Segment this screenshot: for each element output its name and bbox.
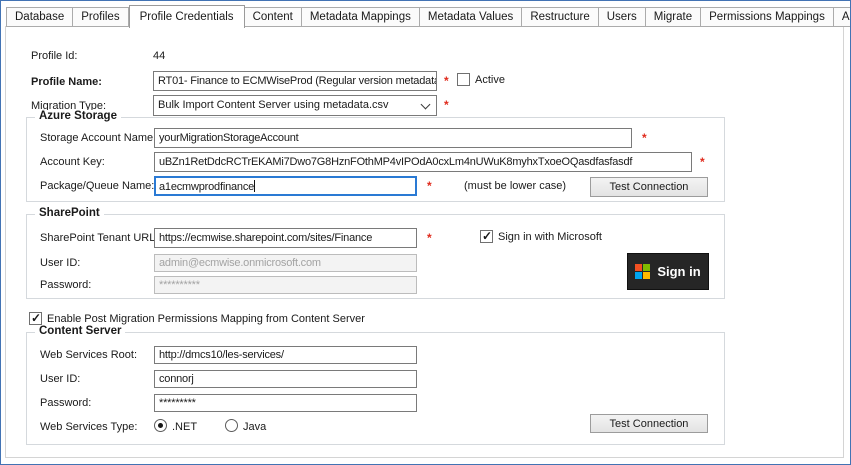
account-key-label: Account Key: xyxy=(40,156,105,168)
active-checkbox[interactable] xyxy=(457,73,470,86)
azure-test-connection-button[interactable]: Test Connection xyxy=(590,177,708,197)
sp-user-id-label: User ID: xyxy=(40,257,80,269)
cs-password-input[interactable]: ********* xyxy=(154,394,417,412)
enable-post-migration-label: Enable Post Migration Permissions Mappin… xyxy=(47,313,365,325)
profile-name-required-marker: * xyxy=(444,74,449,88)
tab-database[interactable]: Database xyxy=(6,7,73,27)
tenant-url-input[interactable]: https://ecmwise.sharepoint.com/sites/Fin… xyxy=(154,228,417,248)
lower-case-note: (must be lower case) xyxy=(464,180,566,192)
ws-type-java-label: Java xyxy=(243,421,266,433)
tenant-url-label: SharePoint Tenant URL: xyxy=(40,232,158,244)
azure-storage-group: Azure Storage Storage Account Name: your… xyxy=(26,117,725,202)
sign-in-with-microsoft-checkbox[interactable] xyxy=(480,230,493,243)
text-caret xyxy=(254,180,255,192)
tab-about[interactable]: About xyxy=(834,7,851,27)
tab-metadata-mappings[interactable]: Metadata Mappings xyxy=(302,7,420,27)
tab-migrate[interactable]: Migrate xyxy=(646,7,701,27)
sharepoint-group-title: SharePoint xyxy=(35,207,104,219)
ws-type-radio-java[interactable] xyxy=(225,419,238,432)
azure-storage-group-title: Azure Storage xyxy=(35,110,121,122)
migration-type-select[interactable]: Bulk Import Content Server using metadat… xyxy=(153,95,437,116)
tab-users[interactable]: Users xyxy=(599,7,646,27)
ws-root-input[interactable]: http://dmcs10/les-services/ xyxy=(154,346,417,364)
tab-profile-credentials[interactable]: Profile Credentials xyxy=(129,5,245,28)
tab-profiles[interactable]: Profiles xyxy=(73,7,128,27)
ws-root-label: Web Services Root: xyxy=(40,349,137,361)
account-key-input[interactable]: uBZn1RetDdcRCTrEKAMi7Dwo7G8HznFOthMP4vIP… xyxy=(154,152,692,172)
enable-post-migration-checkbox[interactable] xyxy=(29,312,42,325)
sp-password-label: Password: xyxy=(40,279,91,291)
cs-user-id-label: User ID: xyxy=(40,373,80,385)
account-key-required-marker: * xyxy=(700,155,705,169)
profile-id-label: Profile Id: xyxy=(31,50,77,62)
cs-password-label: Password: xyxy=(40,397,91,409)
ws-type-net-label: .NET xyxy=(172,421,197,433)
cs-user-id-input[interactable]: connorj xyxy=(154,370,417,388)
app-window: DatabaseProfilesProfile CredentialsConte… xyxy=(0,0,851,465)
tenant-url-required-marker: * xyxy=(427,231,432,245)
storage-account-name-label: Storage Account Name: xyxy=(40,132,156,144)
profile-name-input[interactable]: RT01- Finance to ECMWiseProd (Regular ve… xyxy=(153,71,437,91)
chevron-down-icon xyxy=(421,100,431,110)
migration-type-required-marker: * xyxy=(444,98,449,112)
tab-metadata-values[interactable]: Metadata Values xyxy=(420,7,522,27)
sp-user-id-input: admin@ecmwise.onmicrosoft.com xyxy=(154,254,417,272)
package-queue-required-marker: * xyxy=(427,179,432,193)
microsoft-sign-in-button[interactable]: Sign in xyxy=(627,253,709,290)
tab-restructure[interactable]: Restructure xyxy=(522,7,598,27)
sp-password-input: ********** xyxy=(154,276,417,294)
sharepoint-group: SharePoint SharePoint Tenant URL: https:… xyxy=(26,214,725,299)
cs-test-connection-button[interactable]: Test Connection xyxy=(590,414,708,433)
sign-in-with-microsoft-label: Sign in with Microsoft xyxy=(498,231,602,243)
migration-type-value: Bulk Import Content Server using metadat… xyxy=(158,99,389,111)
storage-account-name-input[interactable]: yourMigrationStorageAccount xyxy=(154,128,632,148)
package-queue-name-input[interactable]: a1ecmwprodfinance xyxy=(154,176,417,196)
profile-id-value: 44 xyxy=(153,50,165,62)
ws-type-label: Web Services Type: xyxy=(40,421,137,433)
content-server-group-title: Content Server xyxy=(35,325,125,337)
tab-bar: DatabaseProfilesProfile CredentialsConte… xyxy=(6,5,851,27)
content-server-group: Content Server Web Services Root: http:/… xyxy=(26,332,725,445)
tab-content[interactable]: Content xyxy=(245,7,302,27)
microsoft-logo-icon xyxy=(635,264,650,279)
sign-in-button-label: Sign in xyxy=(657,264,700,279)
active-checkbox-label: Active xyxy=(475,74,505,86)
profile-name-label: Profile Name: xyxy=(31,76,102,88)
package-queue-name-label: Package/Queue Name: xyxy=(40,180,154,192)
tab-permissions-mappings[interactable]: Permissions Mappings xyxy=(701,7,834,27)
package-queue-name-value: a1ecmwprodfinance xyxy=(159,181,254,193)
storage-account-required-marker: * xyxy=(642,131,647,145)
ws-type-radio-net[interactable] xyxy=(154,419,167,432)
